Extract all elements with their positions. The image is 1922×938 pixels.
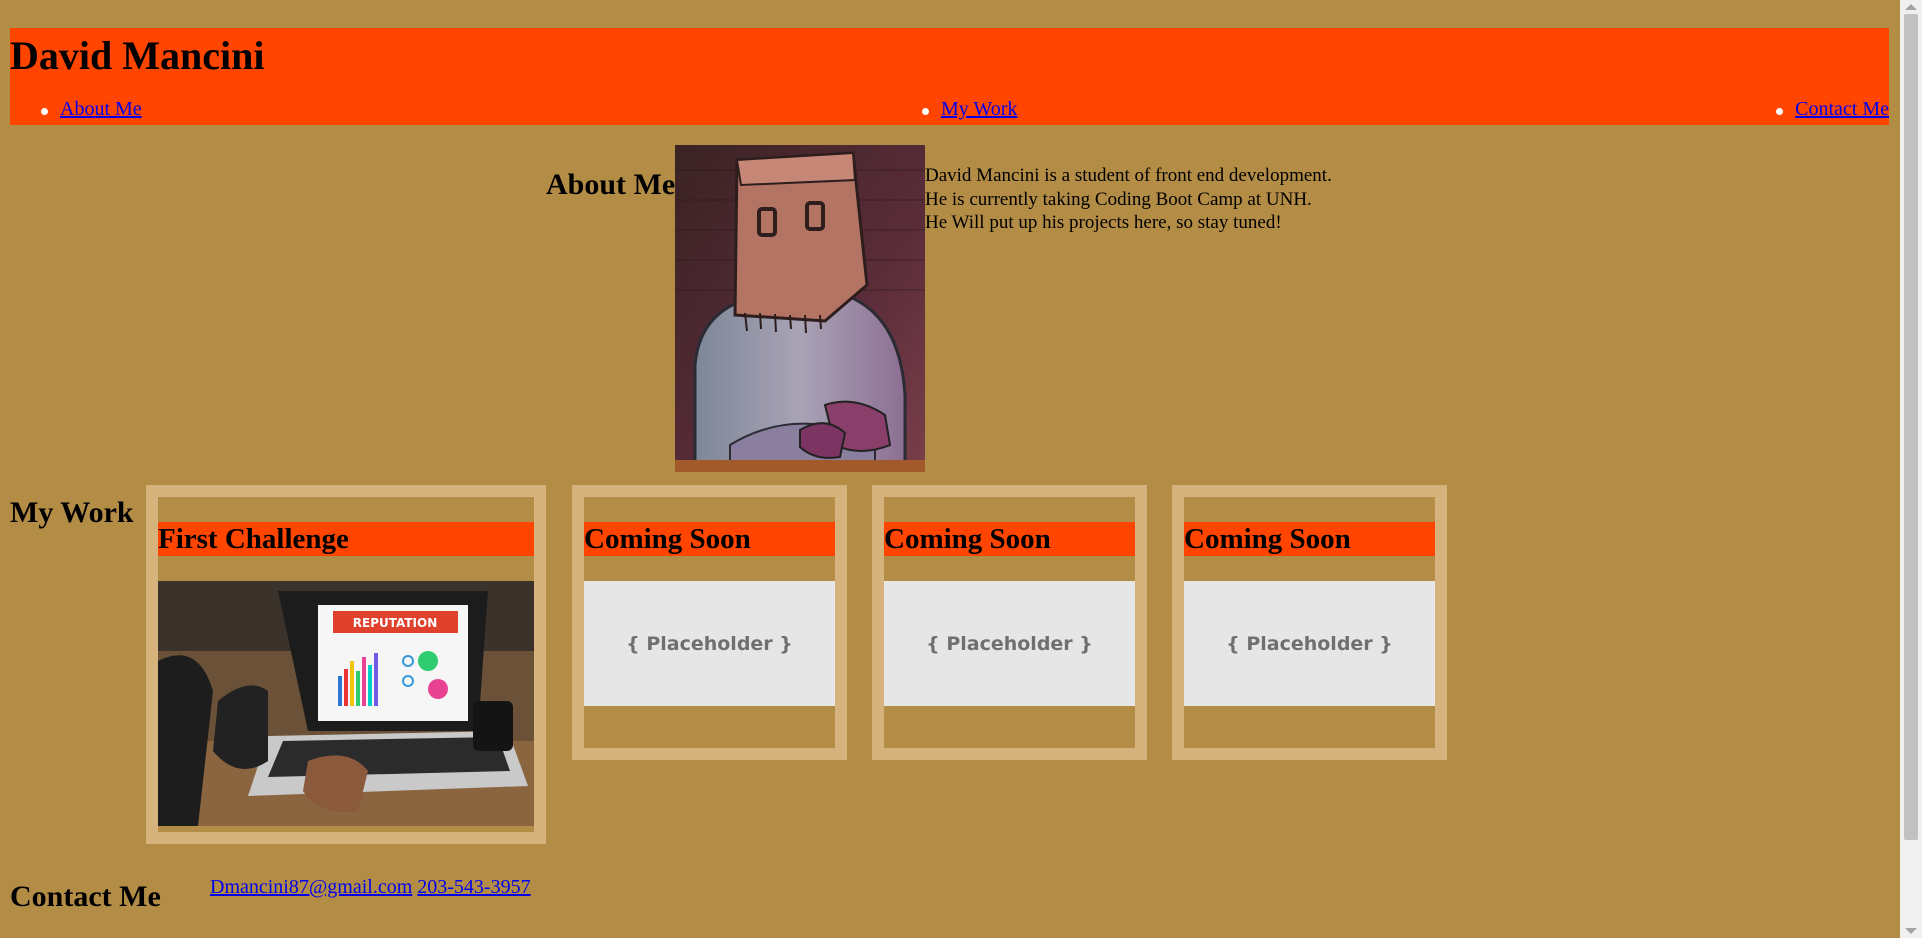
nav-link-about[interactable]: About Me [60, 98, 142, 120]
contact-links: Dmancini87@gmail.com 203-543-3957 [210, 876, 531, 899]
nav-link-contact[interactable]: Contact Me [1795, 98, 1889, 120]
scroll-down-icon[interactable] [1905, 928, 1917, 934]
about-text: David Mancini is a student of front end … [925, 164, 1332, 235]
project-card-first-challenge[interactable]: First Challenge REPUTATION [146, 485, 546, 844]
page: David Mancini About Me My Work Contact M… [0, 0, 1898, 938]
nav-item-contact: Contact Me [1776, 98, 1889, 121]
email-link[interactable]: Dmancini87@gmail.com [210, 876, 412, 898]
about-heading: About Me [546, 168, 676, 201]
about-line: He Will put up his projects here, so sta… [925, 212, 1282, 233]
contact-heading: Contact Me [10, 880, 161, 913]
work-heading: My Work [10, 496, 134, 529]
card-title: Coming Soon [1184, 522, 1435, 556]
site-title: David Mancini [10, 33, 265, 78]
profile-image [675, 145, 925, 472]
card-title: Coming Soon [884, 522, 1135, 556]
placeholder-image: { Placeholder } [1184, 581, 1435, 706]
placeholder-image: { Placeholder } [884, 581, 1135, 706]
nav-link-work[interactable]: My Work [941, 98, 1017, 120]
project-thumbnail: REPUTATION [158, 581, 534, 826]
project-card-coming-soon[interactable]: Coming Soon { Placeholder } [872, 485, 1147, 760]
nav-item-about: About Me [41, 98, 142, 121]
vertical-scrollbar[interactable] [1900, 0, 1922, 938]
project-card-coming-soon[interactable]: Coming Soon { Placeholder } [572, 485, 847, 760]
about-line: David Mancini is a student of front end … [925, 165, 1332, 186]
phone-link[interactable]: 203-543-3957 [417, 876, 530, 898]
nav-item-work: My Work [921, 98, 1017, 121]
placeholder-image: { Placeholder } [584, 581, 835, 706]
card-title: First Challenge [158, 522, 534, 556]
thumbnail-label: REPUTATION [353, 616, 437, 630]
card-title: Coming Soon [584, 522, 835, 556]
scroll-up-icon[interactable] [1905, 4, 1917, 10]
scroll-thumb[interactable] [1904, 14, 1918, 840]
project-card-coming-soon[interactable]: Coming Soon { Placeholder } [1172, 485, 1447, 760]
nav-list: About Me My Work Contact Me [10, 98, 1889, 122]
site-header: David Mancini About Me My Work Contact M… [10, 28, 1889, 125]
about-line: He is currently taking Coding Boot Camp … [925, 188, 1312, 210]
